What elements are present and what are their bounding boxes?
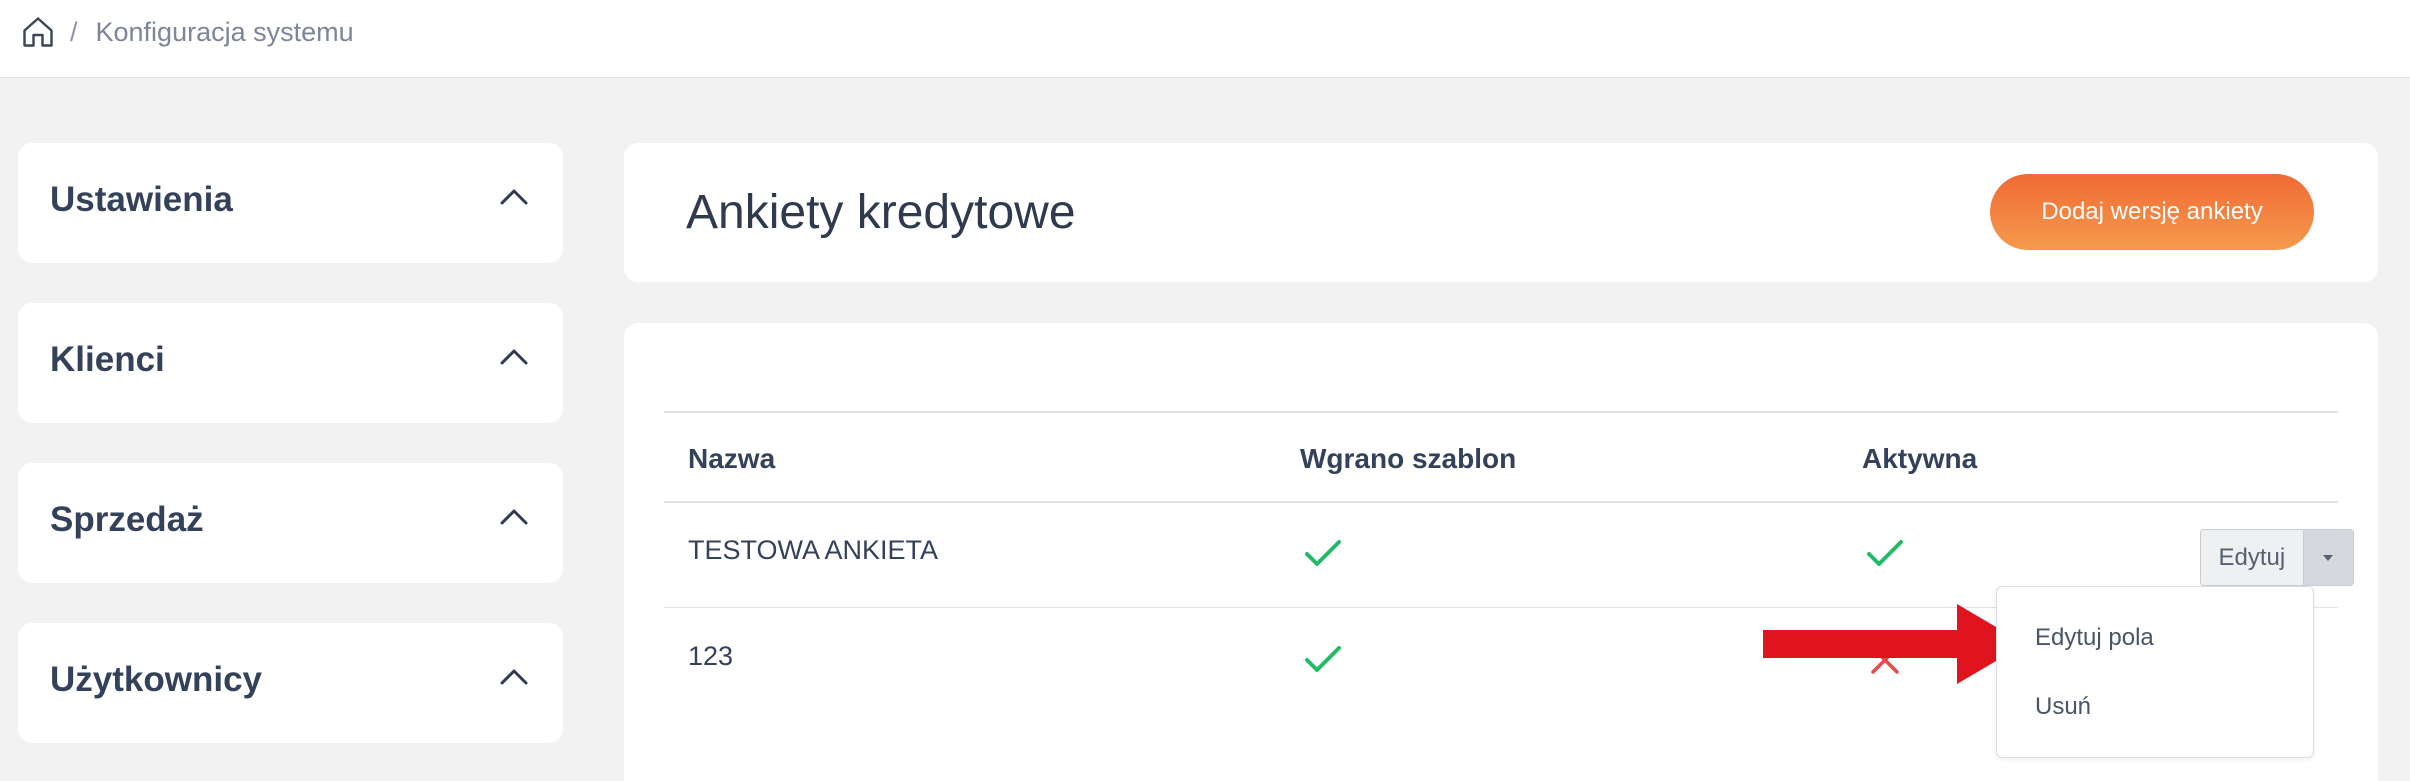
page-title: Ankiety kredytowe: [686, 186, 1076, 239]
add-survey-version-button[interactable]: Dodaj wersję ankiety: [1990, 174, 2314, 250]
sidebar-section-title: Sprzedaż: [50, 500, 204, 539]
home-icon[interactable]: [20, 14, 56, 50]
sidebar-section-ustawienia[interactable]: Ustawienia: [18, 143, 563, 263]
menu-item-delete[interactable]: Usuń: [2035, 693, 2091, 721]
sidebar-section-sprzedaz[interactable]: Sprzedaż: [18, 463, 563, 583]
row-name: 123: [688, 641, 734, 671]
header-divider: [664, 501, 2338, 503]
edit-button[interactable]: Edytuj: [2201, 530, 2304, 585]
chevron-up-icon[interactable]: [499, 667, 529, 687]
column-header-template: Wgrano szablon: [1300, 443, 1517, 474]
breadcrumb-current: Konfiguracja systemu: [95, 16, 354, 47]
check-icon: [1304, 539, 1342, 569]
chevron-up-icon[interactable]: [499, 187, 529, 207]
edit-dropdown-toggle[interactable]: [2303, 530, 2353, 585]
top-bar: / Konfiguracja systemu: [0, 0, 2410, 78]
menu-item-edit-fields[interactable]: Edytuj pola: [2035, 624, 2154, 652]
sidebar-section-title: Ustawienia: [50, 180, 233, 219]
sidebar-section-uzytkownicy[interactable]: Użytkownicy: [18, 623, 563, 743]
check-icon: [1866, 539, 1904, 569]
chevron-up-icon[interactable]: [499, 507, 529, 527]
sidebar-section-title: Klienci: [50, 340, 165, 379]
sidebar-section-klienci[interactable]: Klienci: [18, 303, 563, 423]
sidebar-section-title: Użytkownicy: [50, 660, 262, 699]
breadcrumb: / Konfiguracja systemu: [20, 12, 354, 52]
column-header-name: Nazwa: [688, 443, 776, 474]
chevron-up-icon[interactable]: [499, 347, 529, 367]
edit-split-button: Edytuj: [2200, 529, 2354, 586]
table-top-border: [664, 411, 2338, 413]
row-name: TESTOWA ANKIETA: [688, 535, 939, 565]
breadcrumb-separator: /: [70, 16, 78, 47]
column-header-active: Aktywna: [1862, 443, 1978, 474]
annotation-arrow: [1763, 604, 2025, 684]
page-header: Ankiety kredytowe Dodaj wersję ankiety: [624, 143, 2378, 282]
check-icon: [1304, 645, 1342, 675]
edit-dropdown-menu: Edytuj pola Usuń: [1996, 586, 2314, 758]
caret-down-icon: [2322, 550, 2334, 565]
